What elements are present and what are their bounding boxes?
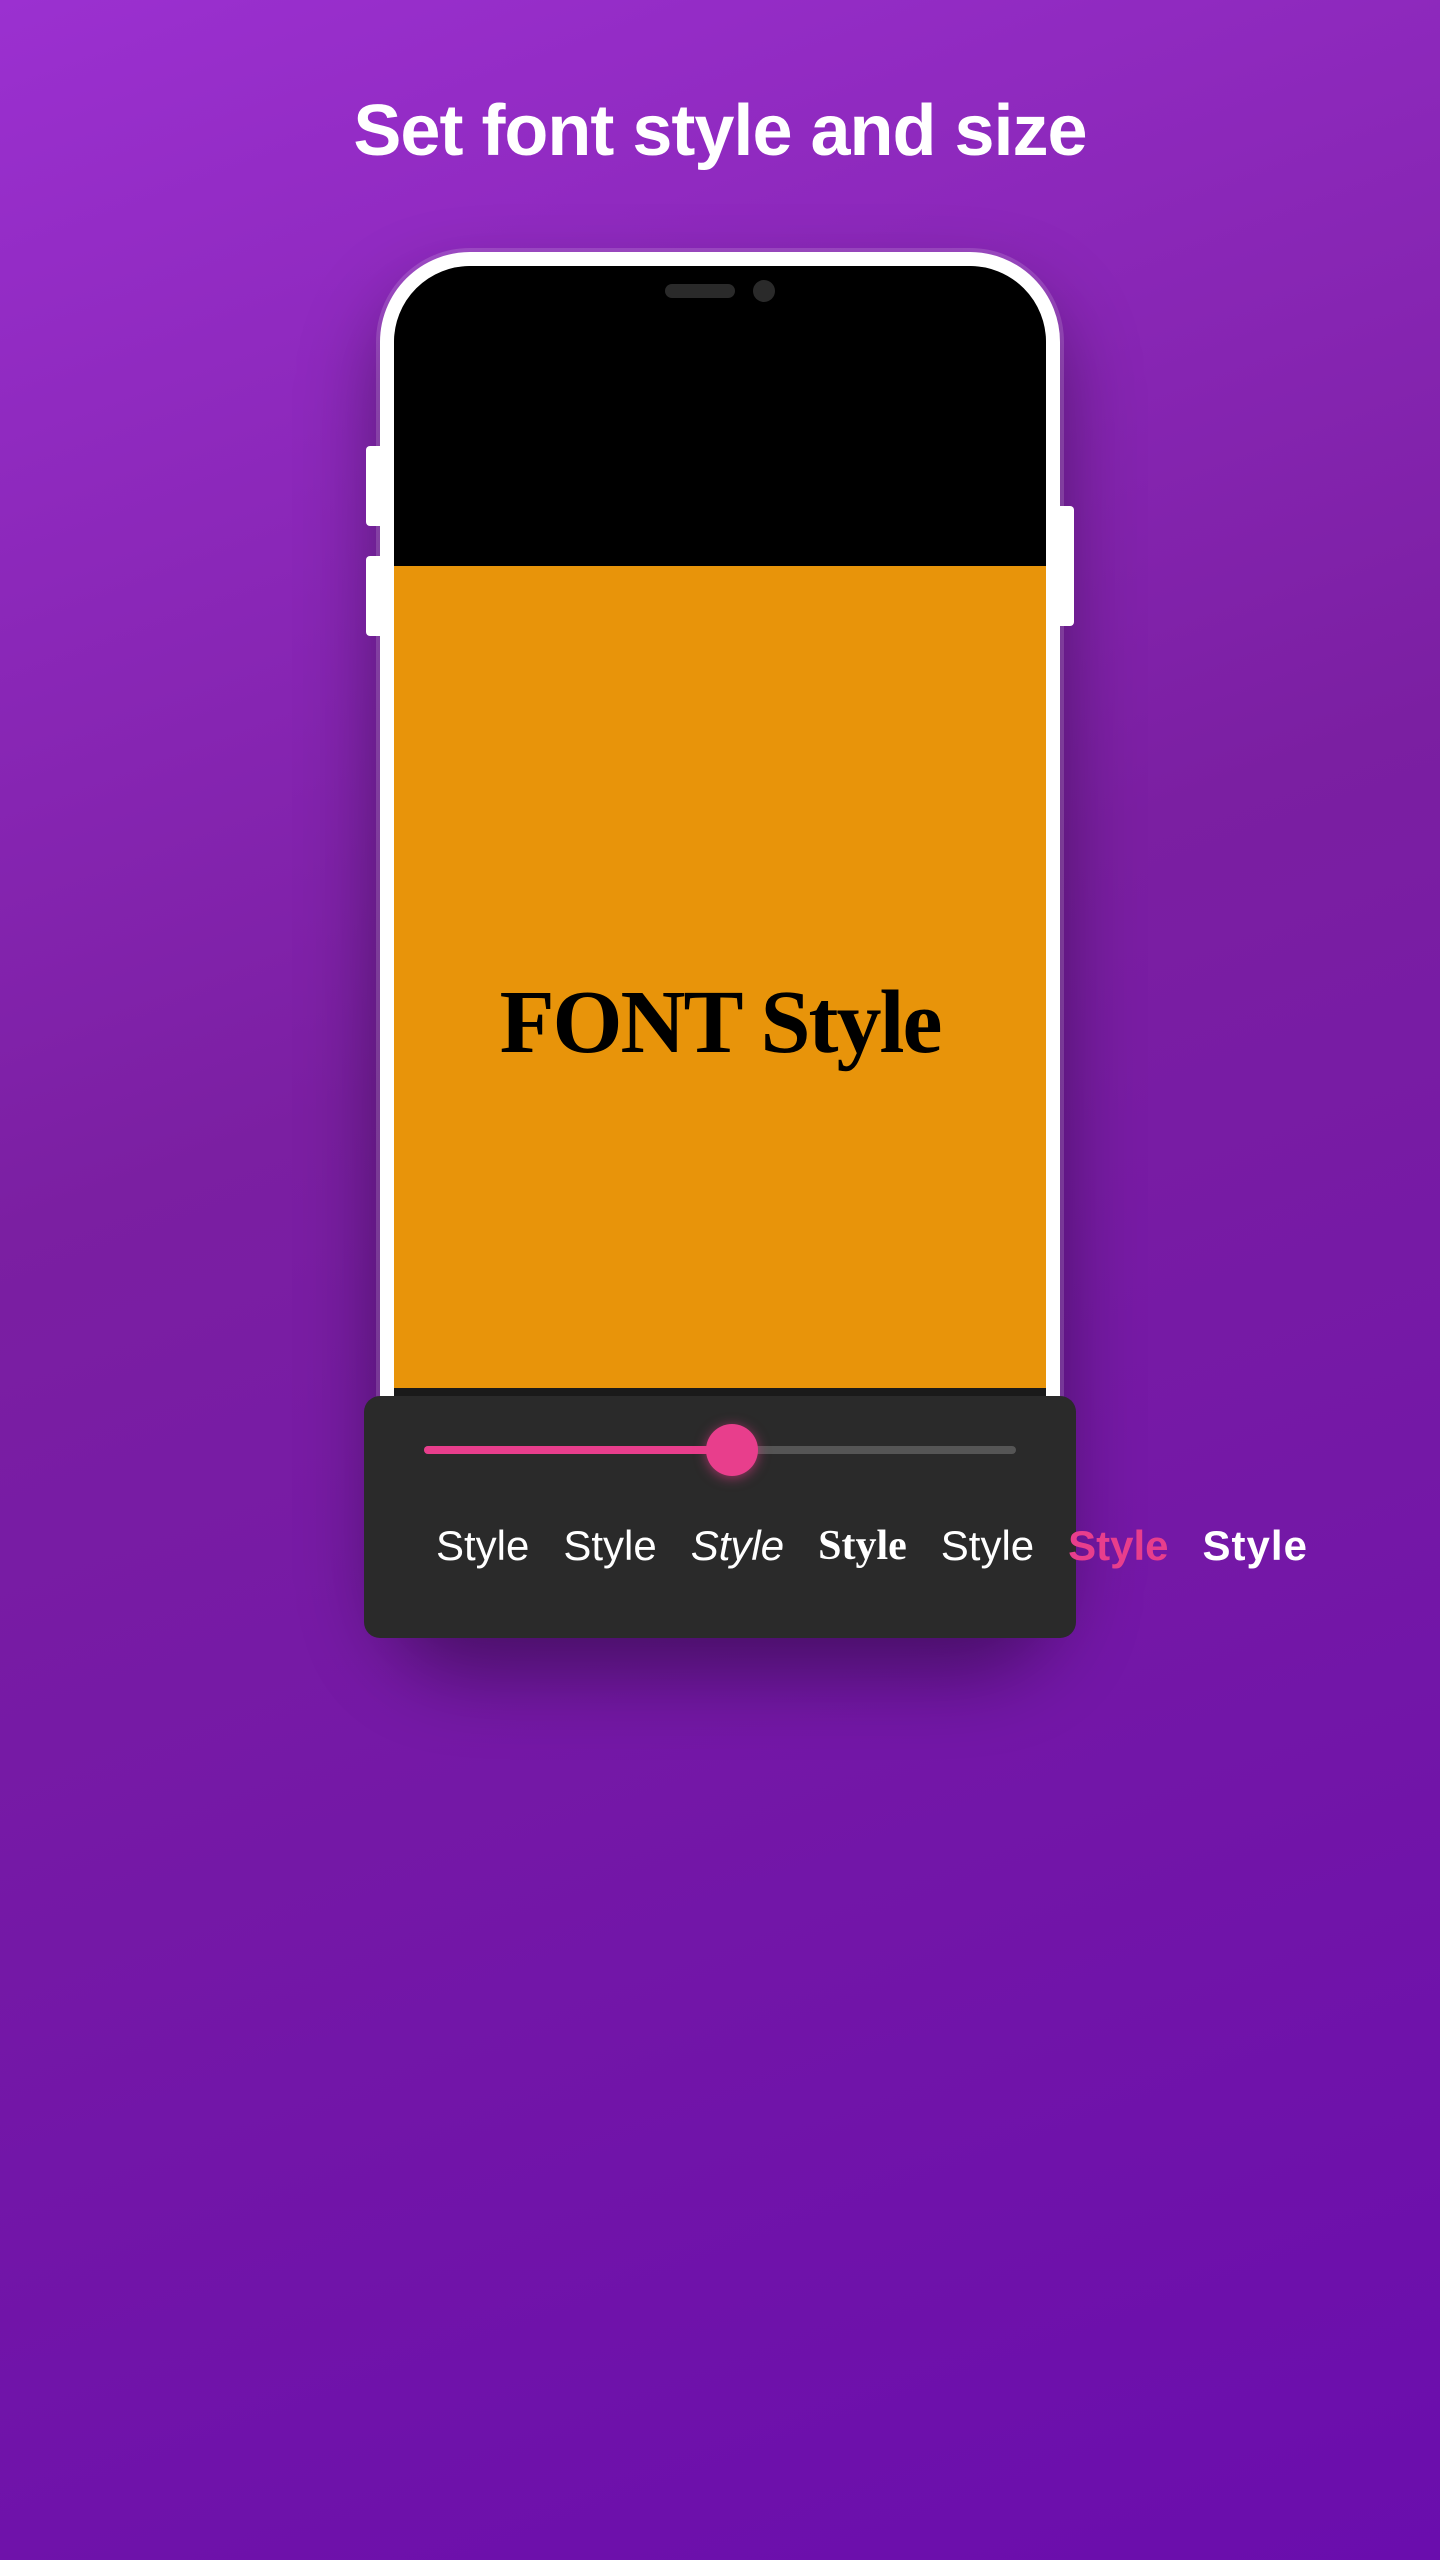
slider-fill: [424, 1446, 732, 1454]
phone-mockup: FONT Style + Background: [380, 252, 1060, 1632]
speaker: [665, 284, 735, 298]
camera: [753, 280, 775, 302]
style-option-4[interactable]: Style: [929, 1514, 1046, 1578]
volume-down-button: [366, 556, 380, 636]
font-size-slider[interactable]: [424, 1446, 1016, 1454]
style-option-5[interactable]: Style: [1056, 1514, 1180, 1578]
style-option-3[interactable]: Style: [806, 1514, 919, 1578]
style-options-row: Style Style Style Style Style Style Styl…: [424, 1514, 1016, 1578]
style-option-0[interactable]: Style: [424, 1514, 541, 1578]
power-button: [1060, 506, 1074, 626]
demo-text: FONT Style: [500, 971, 941, 1074]
page-title: Set font style and size: [353, 90, 1086, 172]
style-option-6[interactable]: Style: [1191, 1514, 1320, 1578]
screen-content-area: FONT Style: [394, 566, 1046, 1478]
style-option-1[interactable]: Style: [551, 1514, 668, 1578]
phone-notch: [610, 266, 830, 316]
volume-up-button: [366, 446, 380, 526]
style-option-2[interactable]: Style: [679, 1514, 796, 1578]
style-overlay-panel: Style Style Style Style Style Style Styl…: [364, 1396, 1076, 1638]
slider-thumb[interactable]: [706, 1424, 758, 1476]
